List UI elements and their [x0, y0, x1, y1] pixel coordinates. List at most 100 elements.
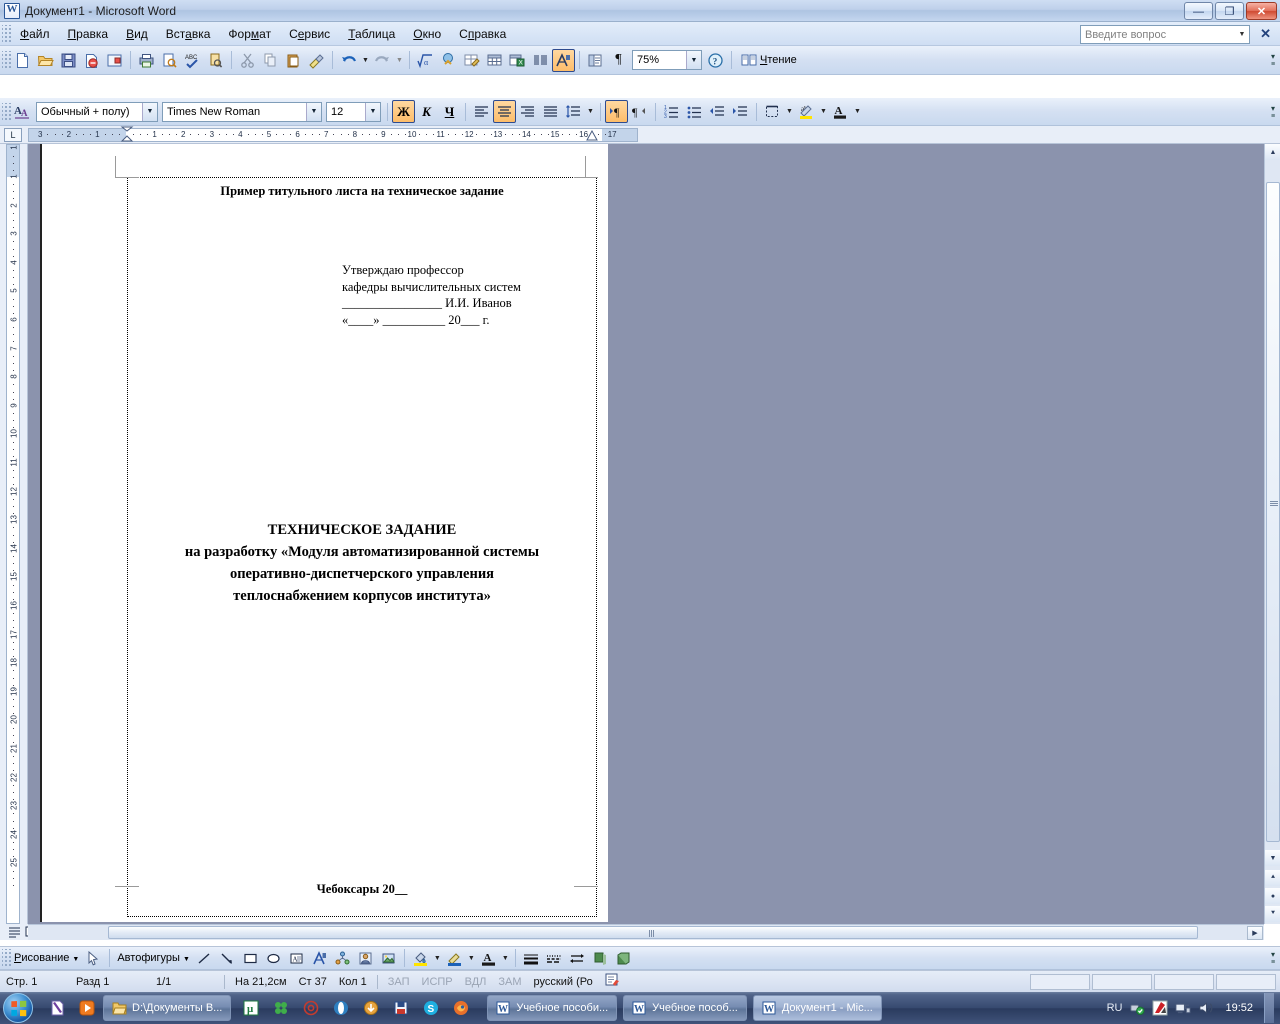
- font-color-dropdown-icon[interactable]: ▼: [852, 100, 863, 123]
- rectangle-icon[interactable]: [239, 947, 262, 970]
- skype-icon[interactable]: S: [421, 998, 441, 1018]
- download-icon[interactable]: [361, 998, 381, 1018]
- line-spacing-button[interactable]: [562, 100, 585, 123]
- line-style-icon[interactable]: [520, 947, 543, 970]
- opera-icon[interactable]: [331, 998, 351, 1018]
- undo-icon[interactable]: [337, 49, 360, 72]
- save-icon[interactable]: [391, 998, 411, 1018]
- show-formatting-marks-icon[interactable]: ¶: [607, 49, 630, 72]
- autoshapes-menu-button[interactable]: Автофигуры ▼: [114, 952, 193, 964]
- zoom-combo[interactable]: 75% ▼: [632, 50, 702, 70]
- arrow-style-icon[interactable]: [566, 947, 589, 970]
- font-color-icon[interactable]: A: [477, 947, 500, 970]
- help-icon[interactable]: ?: [704, 49, 727, 72]
- line-spacing-dropdown-icon[interactable]: ▼: [585, 100, 596, 123]
- format-painter-icon[interactable]: [305, 49, 328, 72]
- print-icon[interactable]: [135, 49, 158, 72]
- spelling-icon[interactable]: ABC: [181, 49, 204, 72]
- taskbar-clock[interactable]: 19:52: [1221, 1002, 1257, 1014]
- kaspersky-icon[interactable]: [1152, 1000, 1168, 1016]
- taskbar-button-doc2[interactable]: W Учебное пособ...: [623, 995, 747, 1021]
- print-preview-icon[interactable]: [158, 49, 181, 72]
- language-indicator[interactable]: RU: [1107, 1002, 1123, 1014]
- font-dropdown-icon[interactable]: ▼: [306, 102, 321, 121]
- scroll-down-arrow[interactable]: ▼: [1265, 850, 1280, 866]
- select-objects-icon[interactable]: [82, 947, 105, 970]
- network-icon[interactable]: [1175, 1000, 1191, 1016]
- menu-item-table[interactable]: Таблица: [339, 24, 404, 44]
- safely-remove-hardware-icon[interactable]: [1129, 1000, 1145, 1016]
- permission-icon[interactable]: [103, 49, 126, 72]
- menu-item-insert[interactable]: Вставка: [157, 24, 220, 44]
- horizontal-ruler[interactable]: L 3 2 1 1 2 3 4 5 6 7 8 9 10 11 12 13 14 15 16 17: [0, 126, 1280, 144]
- media-player-icon[interactable]: [77, 998, 97, 1018]
- status-indicator-zam[interactable]: ЗАМ: [492, 976, 527, 988]
- line-color-icon[interactable]: [443, 947, 466, 970]
- utorrent-icon[interactable]: μ: [241, 998, 261, 1018]
- borders-button[interactable]: [761, 100, 784, 123]
- previous-page-button[interactable]: ⯅: [1265, 870, 1280, 886]
- document-map-icon[interactable]: [584, 49, 607, 72]
- new-document-icon[interactable]: [11, 49, 34, 72]
- open-icon[interactable]: [34, 49, 57, 72]
- insert-equation-icon[interactable]: α: [414, 49, 437, 72]
- vertical-scroll-thumb[interactable]: [1266, 182, 1280, 842]
- mail-recipient-icon[interactable]: [80, 49, 103, 72]
- document-canvas[interactable]: Пример титульного листа на техническое з…: [28, 144, 1264, 924]
- drawing-icon[interactable]: [552, 48, 575, 72]
- drawing-toolbar-grip[interactable]: [2, 949, 11, 967]
- wordart-icon[interactable]: [308, 947, 331, 970]
- status-indicator-zap[interactable]: ЗАП: [382, 976, 416, 988]
- select-browse-object-button[interactable]: ●: [1265, 888, 1280, 904]
- vertical-ruler[interactable]: 1 1 2 3 4 5 6 7 8 9 10 11 12 13 14 15 16 17 18 19 20 21 22 23 24…: [0, 144, 28, 924]
- text-box-icon[interactable]: A: [285, 947, 308, 970]
- align-justify-button[interactable]: [539, 100, 562, 123]
- zoom-dropdown-icon[interactable]: ▼: [686, 51, 701, 69]
- horizontal-scrollbar[interactable]: ▶: [28, 924, 1264, 940]
- undo-dropdown-icon[interactable]: ▼: [360, 49, 371, 72]
- align-center-button[interactable]: [493, 100, 516, 123]
- fill-color-icon[interactable]: [409, 947, 432, 970]
- cut-icon[interactable]: [236, 49, 259, 72]
- fill-color-dropdown-icon[interactable]: ▼: [432, 947, 443, 970]
- shadow-style-icon[interactable]: [589, 947, 612, 970]
- paste-icon[interactable]: [282, 49, 305, 72]
- 3d-style-icon[interactable]: [612, 947, 635, 970]
- ltr-paragraph-button[interactable]: ¶: [605, 100, 628, 123]
- start-button[interactable]: [3, 993, 33, 1023]
- show-desktop-button[interactable]: [1264, 993, 1274, 1023]
- bullets-button[interactable]: [683, 100, 706, 123]
- onenote-icon[interactable]: [47, 998, 67, 1018]
- drawing-toolbar-options-icon[interactable]: ▾ ≡: [1266, 946, 1280, 970]
- font-combo[interactable]: Times New Roman ▼: [162, 101, 322, 122]
- document-page[interactable]: Пример титульного листа на техническое з…: [40, 144, 608, 922]
- scroll-up-arrow[interactable]: ▲: [1265, 144, 1280, 160]
- menu-item-tools[interactable]: Сервис: [280, 24, 339, 44]
- style-dropdown-icon[interactable]: ▼: [142, 102, 157, 121]
- save-icon[interactable]: [57, 49, 80, 72]
- picture-icon[interactable]: [377, 947, 400, 970]
- menu-item-view[interactable]: Вид: [117, 24, 157, 44]
- font-size-dropdown-icon[interactable]: ▼: [365, 102, 380, 121]
- next-page-button[interactable]: ⯆: [1265, 906, 1280, 922]
- italic-button[interactable]: К: [415, 100, 438, 123]
- toolbar-options-icon[interactable]: ▾ ≡: [1266, 48, 1280, 72]
- arrow-icon[interactable]: [216, 947, 239, 970]
- at-icon[interactable]: [301, 998, 321, 1018]
- styles-and-formatting-icon[interactable]: AA: [11, 100, 34, 123]
- research-icon[interactable]: [204, 49, 227, 72]
- line-color-dropdown-icon[interactable]: ▼: [466, 947, 477, 970]
- font-size-combo[interactable]: 12 ▼: [326, 101, 381, 122]
- ask-a-question-box[interactable]: Введите вопрос ▼: [1080, 25, 1250, 44]
- redo-dropdown-icon[interactable]: ▼: [394, 49, 405, 72]
- status-indicator-ispr[interactable]: ИСПР: [416, 976, 459, 988]
- vertical-ruler-track[interactable]: 1 1 2 3 4 5 6 7 8 9 10 11 12 13 14 15 16 17 18 19 20 21 22 23 24…: [6, 144, 20, 924]
- menu-item-format[interactable]: Формат: [219, 24, 280, 44]
- insert-excel-sheet-icon[interactable]: X: [506, 49, 529, 72]
- menu-item-file[interactable]: ФФайлайл: [11, 24, 59, 44]
- bold-button[interactable]: Ж: [392, 100, 415, 123]
- font-color-dropdown-icon[interactable]: ▼: [500, 947, 511, 970]
- formatting-toolbar-options-icon[interactable]: ▾ ≡: [1266, 100, 1280, 124]
- menu-item-window[interactable]: Окно: [404, 24, 450, 44]
- highlight-dropdown-icon[interactable]: ▼: [818, 100, 829, 123]
